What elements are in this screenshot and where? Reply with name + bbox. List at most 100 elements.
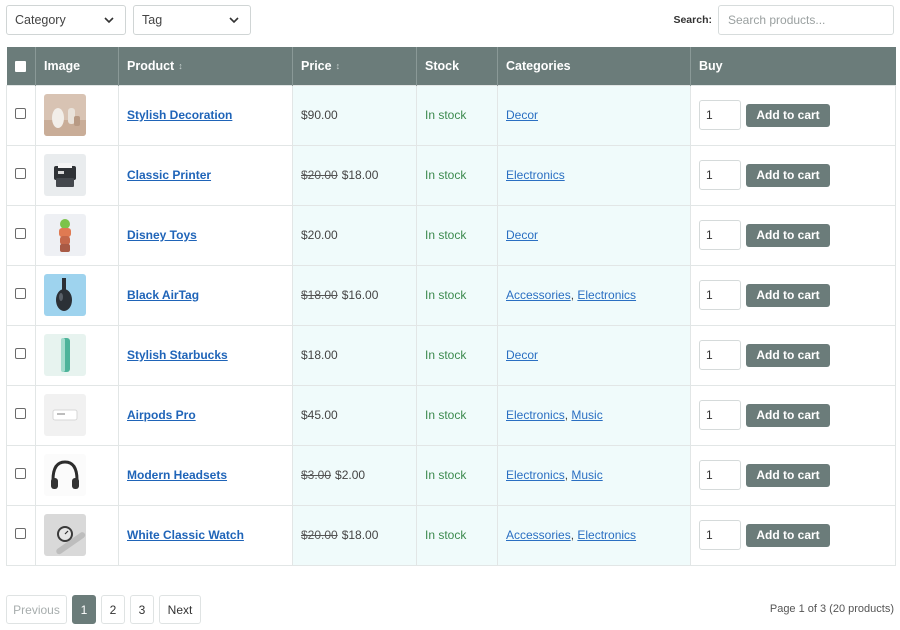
table-row: Black AirTag $18.00 $16.00 In stock Accessor…	[6, 264, 896, 325]
quantity-input[interactable]	[699, 280, 741, 310]
product-cell: White Classic Watch	[118, 504, 293, 566]
bottle-icon	[44, 334, 86, 376]
categories-cell: Decor	[497, 324, 691, 385]
row-select-cell	[6, 324, 36, 385]
add-to-cart-button[interactable]: Add to cart	[746, 343, 830, 367]
product-thumbnail[interactable]	[44, 454, 86, 496]
category-link[interactable]: Decor	[506, 228, 538, 242]
product-thumbnail[interactable]	[44, 514, 86, 556]
category-link[interactable]: Electronics	[577, 288, 636, 302]
image-cell	[35, 324, 119, 385]
price-column-header[interactable]: Price ↕	[292, 47, 417, 85]
stock-status: In stock	[425, 168, 467, 182]
categories-cell: Electronics	[497, 144, 691, 205]
buy-controls: Add to cart	[699, 520, 887, 550]
page-3-button[interactable]: 3	[130, 595, 154, 624]
stock-cell: In stock	[416, 264, 498, 325]
current-price: $20.00	[301, 228, 338, 242]
product-thumbnail[interactable]	[44, 334, 86, 376]
table-row: White Classic Watch $20.00 $18.00 In stock A…	[6, 504, 896, 566]
add-to-cart-button[interactable]: Add to cart	[746, 163, 830, 187]
product-thumbnail[interactable]	[44, 94, 86, 136]
product-link[interactable]: Modern Headsets	[127, 468, 227, 482]
categories-cell: Decor	[497, 84, 691, 145]
product-thumbnail[interactable]	[44, 154, 86, 196]
original-price: $3.00	[301, 468, 332, 482]
quantity-input[interactable]	[699, 340, 741, 370]
product-column-header[interactable]: Product ↕	[118, 47, 293, 85]
table-row: Disney Toys $20.00 In stock Decor Add to car…	[6, 204, 896, 265]
buy-controls: Add to cart	[699, 400, 887, 430]
category-link[interactable]: Accessories	[506, 288, 571, 302]
quantity-input[interactable]	[699, 400, 741, 430]
quantity-input[interactable]	[699, 100, 741, 130]
product-link[interactable]: Stylish Starbucks	[127, 348, 228, 362]
quantity-input[interactable]	[699, 220, 741, 250]
chevron-down-icon	[229, 17, 239, 24]
product-thumbnail[interactable]	[44, 214, 86, 256]
next-page-button[interactable]: Next	[159, 595, 201, 624]
category-link[interactable]: Decor	[506, 108, 538, 122]
add-to-cart-button[interactable]: Add to cart	[746, 283, 830, 307]
product-cell: Disney Toys	[118, 204, 293, 265]
product-link[interactable]: White Classic Watch	[127, 528, 244, 542]
current-price: $18.00	[301, 348, 338, 362]
categories-cell: Electronics, Music	[497, 384, 691, 445]
row-checkbox[interactable]	[15, 168, 26, 179]
current-price: $18.00	[341, 528, 379, 542]
stock-cell: In stock	[416, 204, 498, 265]
select-all-checkbox[interactable]	[14, 60, 26, 72]
category-link[interactable]: Electronics	[506, 168, 565, 182]
product-link[interactable]: Classic Printer	[127, 168, 211, 182]
product-header-label: Product	[127, 58, 175, 73]
category-link[interactable]: Accessories	[506, 528, 571, 542]
pagination: Previous 1 2 3 Next	[6, 595, 201, 624]
stock-status: In stock	[425, 348, 467, 362]
row-checkbox[interactable]	[15, 348, 26, 359]
vase-icon	[44, 94, 86, 136]
price-cell: $18.00	[292, 324, 417, 385]
quantity-input[interactable]	[699, 460, 741, 490]
product-thumbnail[interactable]	[44, 394, 86, 436]
price-cell: $18.00 $16.00	[292, 264, 417, 325]
search-input[interactable]	[718, 5, 894, 35]
row-checkbox[interactable]	[15, 408, 26, 419]
product-link[interactable]: Stylish Decoration	[127, 108, 232, 122]
product-thumbnail[interactable]	[44, 274, 86, 316]
category-link[interactable]: Electronics	[506, 408, 565, 422]
row-checkbox[interactable]	[15, 528, 26, 539]
category-link[interactable]: Music	[571, 408, 602, 422]
price-header-label: Price	[301, 58, 332, 73]
category-link[interactable]: Decor	[506, 348, 538, 362]
category-filter-select[interactable]: Category	[6, 5, 126, 35]
original-price: $20.00	[301, 168, 338, 182]
buy-cell: Add to cart	[690, 504, 896, 566]
add-to-cart-button[interactable]: Add to cart	[746, 103, 830, 127]
previous-page-button[interactable]: Previous	[6, 595, 67, 624]
row-checkbox[interactable]	[15, 468, 26, 479]
tag-filter-select[interactable]: Tag	[133, 5, 251, 35]
add-to-cart-button[interactable]: Add to cart	[746, 523, 830, 547]
category-link[interactable]: Electronics	[506, 468, 565, 482]
quantity-input[interactable]	[699, 160, 741, 190]
chevron-down-icon	[104, 17, 114, 24]
price-cell: $3.00 $2.00	[292, 444, 417, 505]
product-link[interactable]: Black AirTag	[127, 288, 199, 302]
category-link[interactable]: Electronics	[577, 528, 636, 542]
add-to-cart-button[interactable]: Add to cart	[746, 223, 830, 247]
sort-icon: ↕	[178, 60, 183, 71]
page-2-button[interactable]: 2	[101, 595, 125, 624]
row-checkbox[interactable]	[15, 288, 26, 299]
row-checkbox[interactable]	[15, 108, 26, 119]
quantity-input[interactable]	[699, 520, 741, 550]
product-link[interactable]: Disney Toys	[127, 228, 197, 242]
product-link[interactable]: Airpods Pro	[127, 408, 196, 422]
add-to-cart-button[interactable]: Add to cart	[746, 463, 830, 487]
headphones-icon	[44, 454, 86, 496]
row-checkbox[interactable]	[15, 228, 26, 239]
buy-controls: Add to cart	[699, 220, 887, 250]
image-column-header: Image	[35, 47, 119, 85]
page-1-button[interactable]: 1	[72, 595, 96, 624]
add-to-cart-button[interactable]: Add to cart	[746, 403, 830, 427]
category-link[interactable]: Music	[571, 468, 602, 482]
